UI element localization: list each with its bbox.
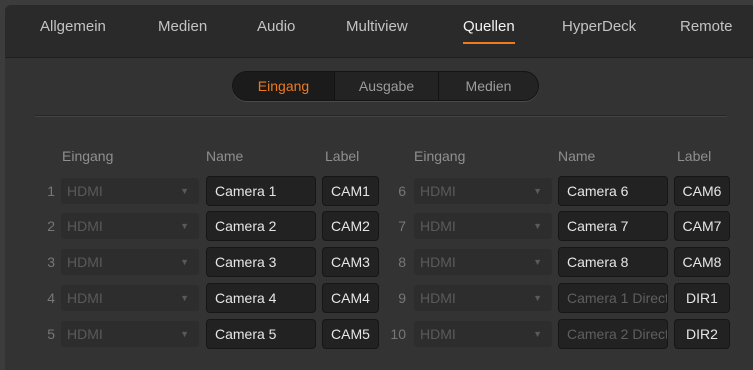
tab-multiview[interactable]: Multiview xyxy=(346,18,408,56)
chevron-down-icon: ▼ xyxy=(533,293,542,303)
tab-medien[interactable]: Medien xyxy=(158,18,207,56)
source-value: HDMI xyxy=(420,218,456,234)
input-source-select[interactable]: HDMI ▼ xyxy=(414,285,552,311)
input-number: 10 xyxy=(390,326,406,342)
chevron-down-icon: ▼ xyxy=(180,186,189,196)
input-number: 5 xyxy=(47,326,55,342)
input-name-field[interactable]: Camera 6 xyxy=(558,176,668,206)
source-type-segmented-control: Eingang Ausgabe Medien xyxy=(232,71,539,101)
header-input-right: Eingang xyxy=(414,148,466,164)
input-number: 2 xyxy=(47,218,55,234)
input-source-select[interactable]: HDMI ▼ xyxy=(414,213,552,239)
chevron-down-icon: ▼ xyxy=(533,186,542,196)
input-source-select[interactable]: HDMI ▼ xyxy=(61,249,199,275)
tab-hyperdeck[interactable]: HyperDeck xyxy=(562,18,636,56)
source-value: HDMI xyxy=(67,218,103,234)
table-top-divider xyxy=(35,115,727,116)
table-row: 5 HDMI ▼ Camera 5 CAM5 10 HDMI ▼ Camera 2 … xyxy=(5,319,753,349)
input-number: 6 xyxy=(398,183,406,199)
input-name-field[interactable]: Camera 1 Direct xyxy=(558,283,668,313)
input-label-field[interactable]: CAM7 xyxy=(674,211,730,241)
input-number: 3 xyxy=(47,254,55,270)
input-number: 7 xyxy=(398,218,406,234)
input-source-select[interactable]: HDMI ▼ xyxy=(61,213,199,239)
input-label-field[interactable]: CAM3 xyxy=(322,247,379,277)
input-source-select[interactable]: HDMI ▼ xyxy=(61,285,199,311)
tab-remote[interactable]: Remote xyxy=(680,18,733,56)
inputs-table: Eingang Name Label Eingang Name Label 1 … xyxy=(5,115,753,370)
input-name-field[interactable]: Camera 2 Direct xyxy=(558,319,668,349)
table-row: 4 HDMI ▼ Camera 4 CAM4 9 HDMI ▼ Camera 1 D… xyxy=(5,283,753,313)
table-row: 3 HDMI ▼ Camera 3 CAM3 8 HDMI ▼ Camera 8 C… xyxy=(5,247,753,277)
source-value: HDMI xyxy=(67,254,103,270)
input-label-field[interactable]: CAM1 xyxy=(322,176,379,206)
chevron-down-icon: ▼ xyxy=(180,221,189,231)
header-name-left: Name xyxy=(206,148,244,164)
header-label-right: Label xyxy=(677,148,712,164)
tab-quellen[interactable]: Quellen xyxy=(463,18,515,56)
header-label-left: Label xyxy=(325,148,360,164)
source-value: HDMI xyxy=(420,254,456,270)
input-name-field[interactable]: Camera 1 xyxy=(206,176,316,206)
source-value: HDMI xyxy=(420,326,456,342)
top-navigation: Allgemein Medien Audio Multiview Quellen… xyxy=(5,5,753,57)
settings-window: Allgemein Medien Audio Multiview Quellen… xyxy=(5,5,753,370)
input-source-select[interactable]: HDMI ▼ xyxy=(61,321,199,347)
input-label-field[interactable]: CAM8 xyxy=(674,247,730,277)
table-row: 2 HDMI ▼ Camera 2 CAM2 7 HDMI ▼ Camera 7 C… xyxy=(5,211,753,241)
input-label-field[interactable]: DIR2 xyxy=(674,319,730,349)
input-name-field[interactable]: Camera 3 xyxy=(206,247,316,277)
input-number: 9 xyxy=(398,290,406,306)
tab-allgemein[interactable]: Allgemein xyxy=(40,18,106,56)
input-source-select[interactable]: HDMI ▼ xyxy=(61,178,199,204)
input-name-field[interactable]: Camera 2 xyxy=(206,211,316,241)
source-value: HDMI xyxy=(67,183,103,199)
input-number: 8 xyxy=(398,254,406,270)
header-input-left: Eingang xyxy=(62,148,114,164)
input-label-field[interactable]: CAM4 xyxy=(322,283,379,313)
input-name-field[interactable]: Camera 4 xyxy=(206,283,316,313)
input-label-field[interactable]: CAM2 xyxy=(322,211,379,241)
subtab-ausgabe[interactable]: Ausgabe xyxy=(335,72,438,100)
input-label-field[interactable]: CAM5 xyxy=(322,319,379,349)
chevron-down-icon: ▼ xyxy=(180,329,189,339)
nav-divider xyxy=(5,57,753,58)
input-source-select[interactable]: HDMI ▼ xyxy=(414,321,552,347)
chevron-down-icon: ▼ xyxy=(533,221,542,231)
input-label-field[interactable]: CAM6 xyxy=(674,176,730,206)
input-label-field[interactable]: DIR1 xyxy=(674,283,730,313)
chevron-down-icon: ▼ xyxy=(533,329,542,339)
input-source-select[interactable]: HDMI ▼ xyxy=(414,249,552,275)
input-name-field[interactable]: Camera 8 xyxy=(558,247,668,277)
chevron-down-icon: ▼ xyxy=(533,257,542,267)
header-name-right: Name xyxy=(558,148,596,164)
input-name-field[interactable]: Camera 5 xyxy=(206,319,316,349)
chevron-down-icon: ▼ xyxy=(180,293,189,303)
tab-audio[interactable]: Audio xyxy=(257,18,295,56)
subtab-eingang[interactable]: Eingang xyxy=(233,72,334,100)
source-value: HDMI xyxy=(420,290,456,306)
table-row: 1 HDMI ▼ Camera 1 CAM1 6 HDMI ▼ Camera 6 C… xyxy=(5,176,753,206)
chevron-down-icon: ▼ xyxy=(180,257,189,267)
source-value: HDMI xyxy=(67,326,103,342)
input-number: 1 xyxy=(47,183,55,199)
input-number: 4 xyxy=(47,290,55,306)
source-value: HDMI xyxy=(420,183,456,199)
source-value: HDMI xyxy=(67,290,103,306)
input-name-field[interactable]: Camera 7 xyxy=(558,211,668,241)
input-source-select[interactable]: HDMI ▼ xyxy=(414,178,552,204)
subtab-medien[interactable]: Medien xyxy=(439,72,538,100)
